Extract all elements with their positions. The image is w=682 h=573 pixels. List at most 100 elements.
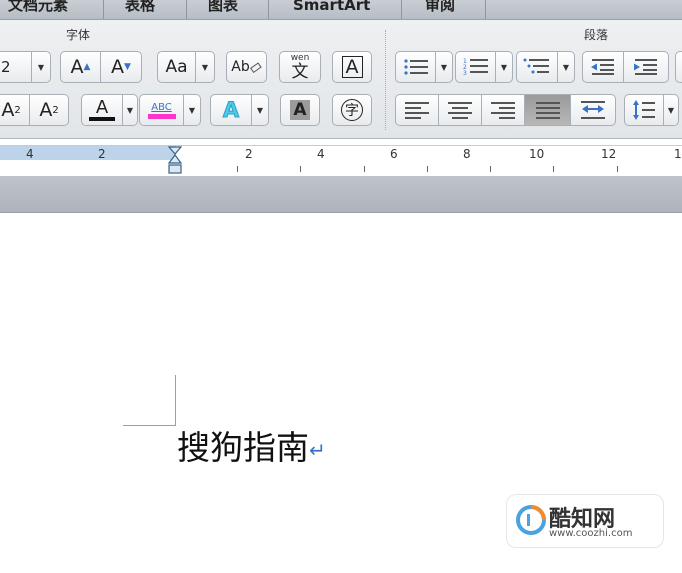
phonetic-guide-button[interactable]: wen 文 bbox=[279, 51, 321, 83]
subscript-button[interactable]: A2 bbox=[29, 94, 69, 126]
tab-separator bbox=[268, 0, 269, 19]
superscript-glyph: A bbox=[1, 98, 15, 121]
align-right-button[interactable] bbox=[481, 94, 525, 126]
highlight-color-bar bbox=[147, 113, 176, 119]
tab-review[interactable]: 审阅 bbox=[425, 0, 475, 19]
numbering-button[interactable]: 1 2 3 bbox=[455, 51, 496, 83]
ruler-number: 12 bbox=[601, 147, 617, 161]
coozhi-logo-icon bbox=[516, 505, 546, 535]
ruler-tick bbox=[364, 166, 365, 172]
shrink-font-glyph: A bbox=[111, 55, 125, 78]
site-watermark: 酷知网 www.coozhi.com bbox=[506, 494, 664, 548]
grow-font-button[interactable]: A ▲ bbox=[60, 51, 101, 83]
change-case-dropdown[interactable]: ▼ bbox=[195, 51, 215, 83]
superscript-button[interactable]: A2 bbox=[0, 94, 30, 126]
margin-corner-mark bbox=[123, 425, 176, 426]
decrease-indent-icon bbox=[591, 59, 614, 75]
triangle-up-icon: ▲ bbox=[83, 62, 91, 72]
shrink-font-button[interactable]: A ▼ bbox=[100, 51, 142, 83]
document-body-text[interactable]: 搜狗指南↵ bbox=[177, 428, 326, 470]
subscript-mark: 2 bbox=[52, 104, 59, 116]
character-shading-button[interactable]: A bbox=[280, 94, 320, 126]
highlight-button[interactable]: ABC bbox=[139, 94, 184, 126]
text-effects-button[interactable]: A bbox=[210, 94, 252, 126]
page-top-margin-band bbox=[0, 176, 682, 213]
ruler-tick bbox=[237, 166, 238, 172]
change-case-button[interactable]: Aa bbox=[157, 51, 196, 83]
ruler-number: 6 bbox=[390, 147, 398, 161]
horizontal-ruler[interactable]: 4 2 2 4 6 8 10 12 1 bbox=[0, 145, 682, 177]
bullets-dropdown[interactable]: ▼ bbox=[435, 51, 453, 83]
font-color-dropdown[interactable]: ▼ bbox=[122, 94, 138, 126]
group-separator bbox=[385, 30, 386, 130]
bullets-button[interactable] bbox=[395, 51, 436, 83]
justify-button[interactable] bbox=[524, 94, 571, 126]
font-color-button[interactable]: A bbox=[81, 94, 123, 126]
increase-indent-icon bbox=[634, 59, 657, 75]
superscript-mark: 2 bbox=[14, 104, 21, 116]
clear-formatting-glyph: Ab bbox=[231, 59, 250, 75]
tab-chart[interactable]: 图表 bbox=[208, 0, 258, 19]
ruler-number: 8 bbox=[463, 147, 471, 161]
tab-smartart[interactable]: SmartArt bbox=[293, 0, 388, 19]
tab-separator bbox=[401, 0, 402, 19]
multilevel-list-button[interactable] bbox=[516, 51, 558, 83]
document-paragraph[interactable]: 搜狗指南 bbox=[177, 428, 309, 467]
multilevel-list-icon bbox=[523, 58, 549, 74]
align-left-icon bbox=[405, 102, 429, 119]
tab-table[interactable]: 表格 bbox=[125, 0, 175, 19]
multilevel-list-dropdown[interactable]: ▼ bbox=[557, 51, 575, 83]
font-size-field[interactable]: 2 bbox=[0, 51, 32, 83]
align-left-button[interactable] bbox=[395, 94, 439, 126]
eraser-icon bbox=[249, 62, 262, 73]
increase-indent-button[interactable] bbox=[623, 51, 669, 83]
phonetic-bottom-glyph: 文 bbox=[291, 61, 309, 82]
font-color-glyph: A bbox=[95, 97, 109, 118]
bullet-list-icon bbox=[403, 59, 428, 75]
subscript-glyph: A bbox=[39, 98, 53, 121]
text-effects-glyph: A bbox=[222, 98, 240, 123]
align-center-button[interactable] bbox=[438, 94, 482, 126]
character-shading-glyph: A bbox=[290, 100, 310, 120]
tab-separator bbox=[186, 0, 187, 19]
ruler-number: 10 bbox=[529, 147, 545, 161]
watermark-url: www.coozhi.com bbox=[549, 528, 633, 539]
numbered-list-icon: 1 2 3 bbox=[463, 58, 488, 77]
ruler-tick bbox=[427, 166, 428, 172]
clear-formatting-button[interactable]: Ab bbox=[226, 51, 267, 83]
line-spacing-button[interactable] bbox=[624, 94, 664, 126]
tab-document-elements[interactable]: 文档元素 bbox=[8, 0, 98, 19]
character-border-button[interactable]: A bbox=[332, 51, 372, 83]
text-effects-dropdown[interactable]: ▼ bbox=[251, 94, 269, 126]
align-center-icon bbox=[448, 102, 472, 119]
sort-button[interactable] bbox=[675, 51, 682, 83]
group-title-paragraph: 段落 bbox=[584, 28, 609, 42]
ruler-tick bbox=[617, 166, 618, 172]
distributed-button[interactable] bbox=[570, 94, 616, 126]
ruler-number: 2 bbox=[98, 147, 106, 161]
svg-text:3: 3 bbox=[463, 70, 467, 77]
highlight-dropdown[interactable]: ▼ bbox=[183, 94, 201, 126]
group-title-font: 字体 bbox=[66, 28, 91, 42]
justify-icon bbox=[535, 102, 560, 119]
ruler-tick bbox=[490, 166, 491, 172]
ruler-tick bbox=[300, 166, 301, 172]
grow-font-glyph: A bbox=[70, 55, 84, 78]
change-case-glyph: Aa bbox=[165, 57, 188, 77]
font-size-dropdown[interactable]: ▼ bbox=[31, 51, 51, 83]
character-border-glyph: A bbox=[341, 56, 363, 78]
enclose-characters-button[interactable]: 字 bbox=[332, 94, 372, 126]
ruler-number: 1 bbox=[674, 147, 682, 161]
decrease-indent-button[interactable] bbox=[582, 51, 624, 83]
ruler-number: 4 bbox=[26, 147, 34, 161]
font-size-value: 2 bbox=[1, 58, 11, 76]
numbering-dropdown[interactable]: ▼ bbox=[495, 51, 513, 83]
line-spacing-dropdown[interactable]: ▼ bbox=[663, 94, 679, 126]
line-spacing-icon bbox=[633, 100, 655, 120]
highlight-glyph: ABC bbox=[151, 101, 172, 113]
indent-marker-icon[interactable] bbox=[168, 146, 182, 175]
ruler-tick bbox=[553, 166, 554, 172]
paragraph-mark-icon: ↵ bbox=[309, 438, 326, 462]
tab-separator bbox=[485, 0, 486, 19]
align-right-icon bbox=[491, 102, 515, 119]
